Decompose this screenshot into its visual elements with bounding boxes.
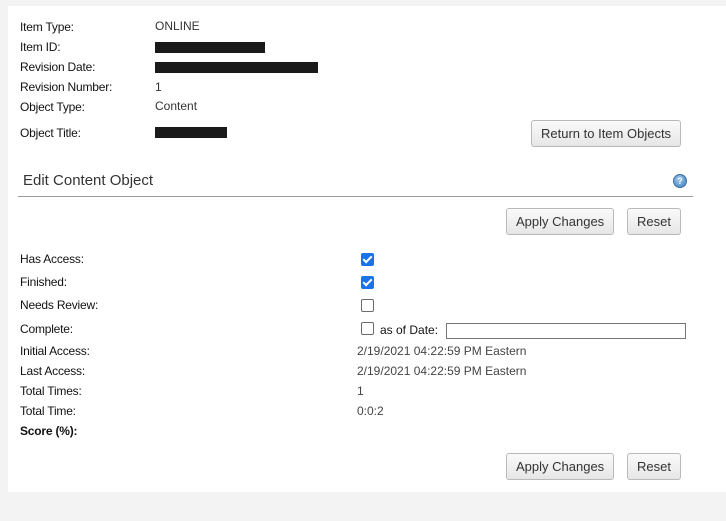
complete-label: Complete: (20, 322, 73, 336)
total-time-label: Total Time: (20, 404, 76, 418)
item-id-label: Item ID: (20, 40, 61, 54)
content-panel: Item Type: ONLINE Item ID: Revision Date… (8, 6, 726, 492)
help-icon[interactable]: ? (673, 174, 687, 188)
reset-button-bottom[interactable]: Reset (627, 453, 681, 480)
as-of-date-label: as of Date: (380, 323, 439, 337)
as-of-date-input[interactable] (446, 323, 686, 339)
total-times-value: 1 (357, 384, 364, 398)
initial-access-value: 2/19/2021 04:22:59 PM Eastern (357, 344, 527, 358)
section-divider (18, 196, 693, 197)
revision-date-redacted (155, 62, 318, 73)
finished-checkbox[interactable] (361, 276, 374, 289)
object-type-value: Content (155, 99, 198, 113)
section-title: Edit Content Object (23, 172, 154, 189)
object-title-label: Object Title: (20, 126, 81, 140)
revision-number-value: 1 (155, 80, 162, 94)
last-access-label: Last Access: (20, 364, 85, 378)
object-type-label: Object Type: (20, 100, 85, 114)
item-type-value: ONLINE (155, 19, 200, 33)
reset-button-top[interactable]: Reset (627, 208, 681, 235)
revision-number-label: Revision Number: (20, 80, 113, 94)
total-times-label: Total Times: (20, 384, 82, 398)
initial-access-label: Initial Access: (20, 344, 90, 358)
revision-date-label: Revision Date: (20, 60, 96, 74)
total-time-value: 0:0:2 (357, 404, 384, 418)
apply-changes-button-bottom[interactable]: Apply Changes (506, 453, 615, 480)
item-id-redacted (155, 42, 265, 53)
apply-changes-button-top[interactable]: Apply Changes (506, 208, 615, 235)
item-type-label: Item Type: (20, 20, 74, 34)
needs-review-label: Needs Review: (20, 298, 99, 312)
score-label: Score (%): (20, 424, 78, 438)
last-access-value: 2/19/2021 04:22:59 PM Eastern (357, 364, 527, 378)
has-access-label: Has Access: (20, 252, 84, 266)
has-access-checkbox[interactable] (361, 253, 374, 266)
finished-label: Finished: (20, 275, 67, 289)
return-to-item-objects-button[interactable]: Return to Item Objects (531, 120, 682, 147)
object-title-redacted (155, 127, 227, 138)
complete-checkbox[interactable] (361, 322, 374, 335)
needs-review-checkbox[interactable] (361, 299, 374, 312)
